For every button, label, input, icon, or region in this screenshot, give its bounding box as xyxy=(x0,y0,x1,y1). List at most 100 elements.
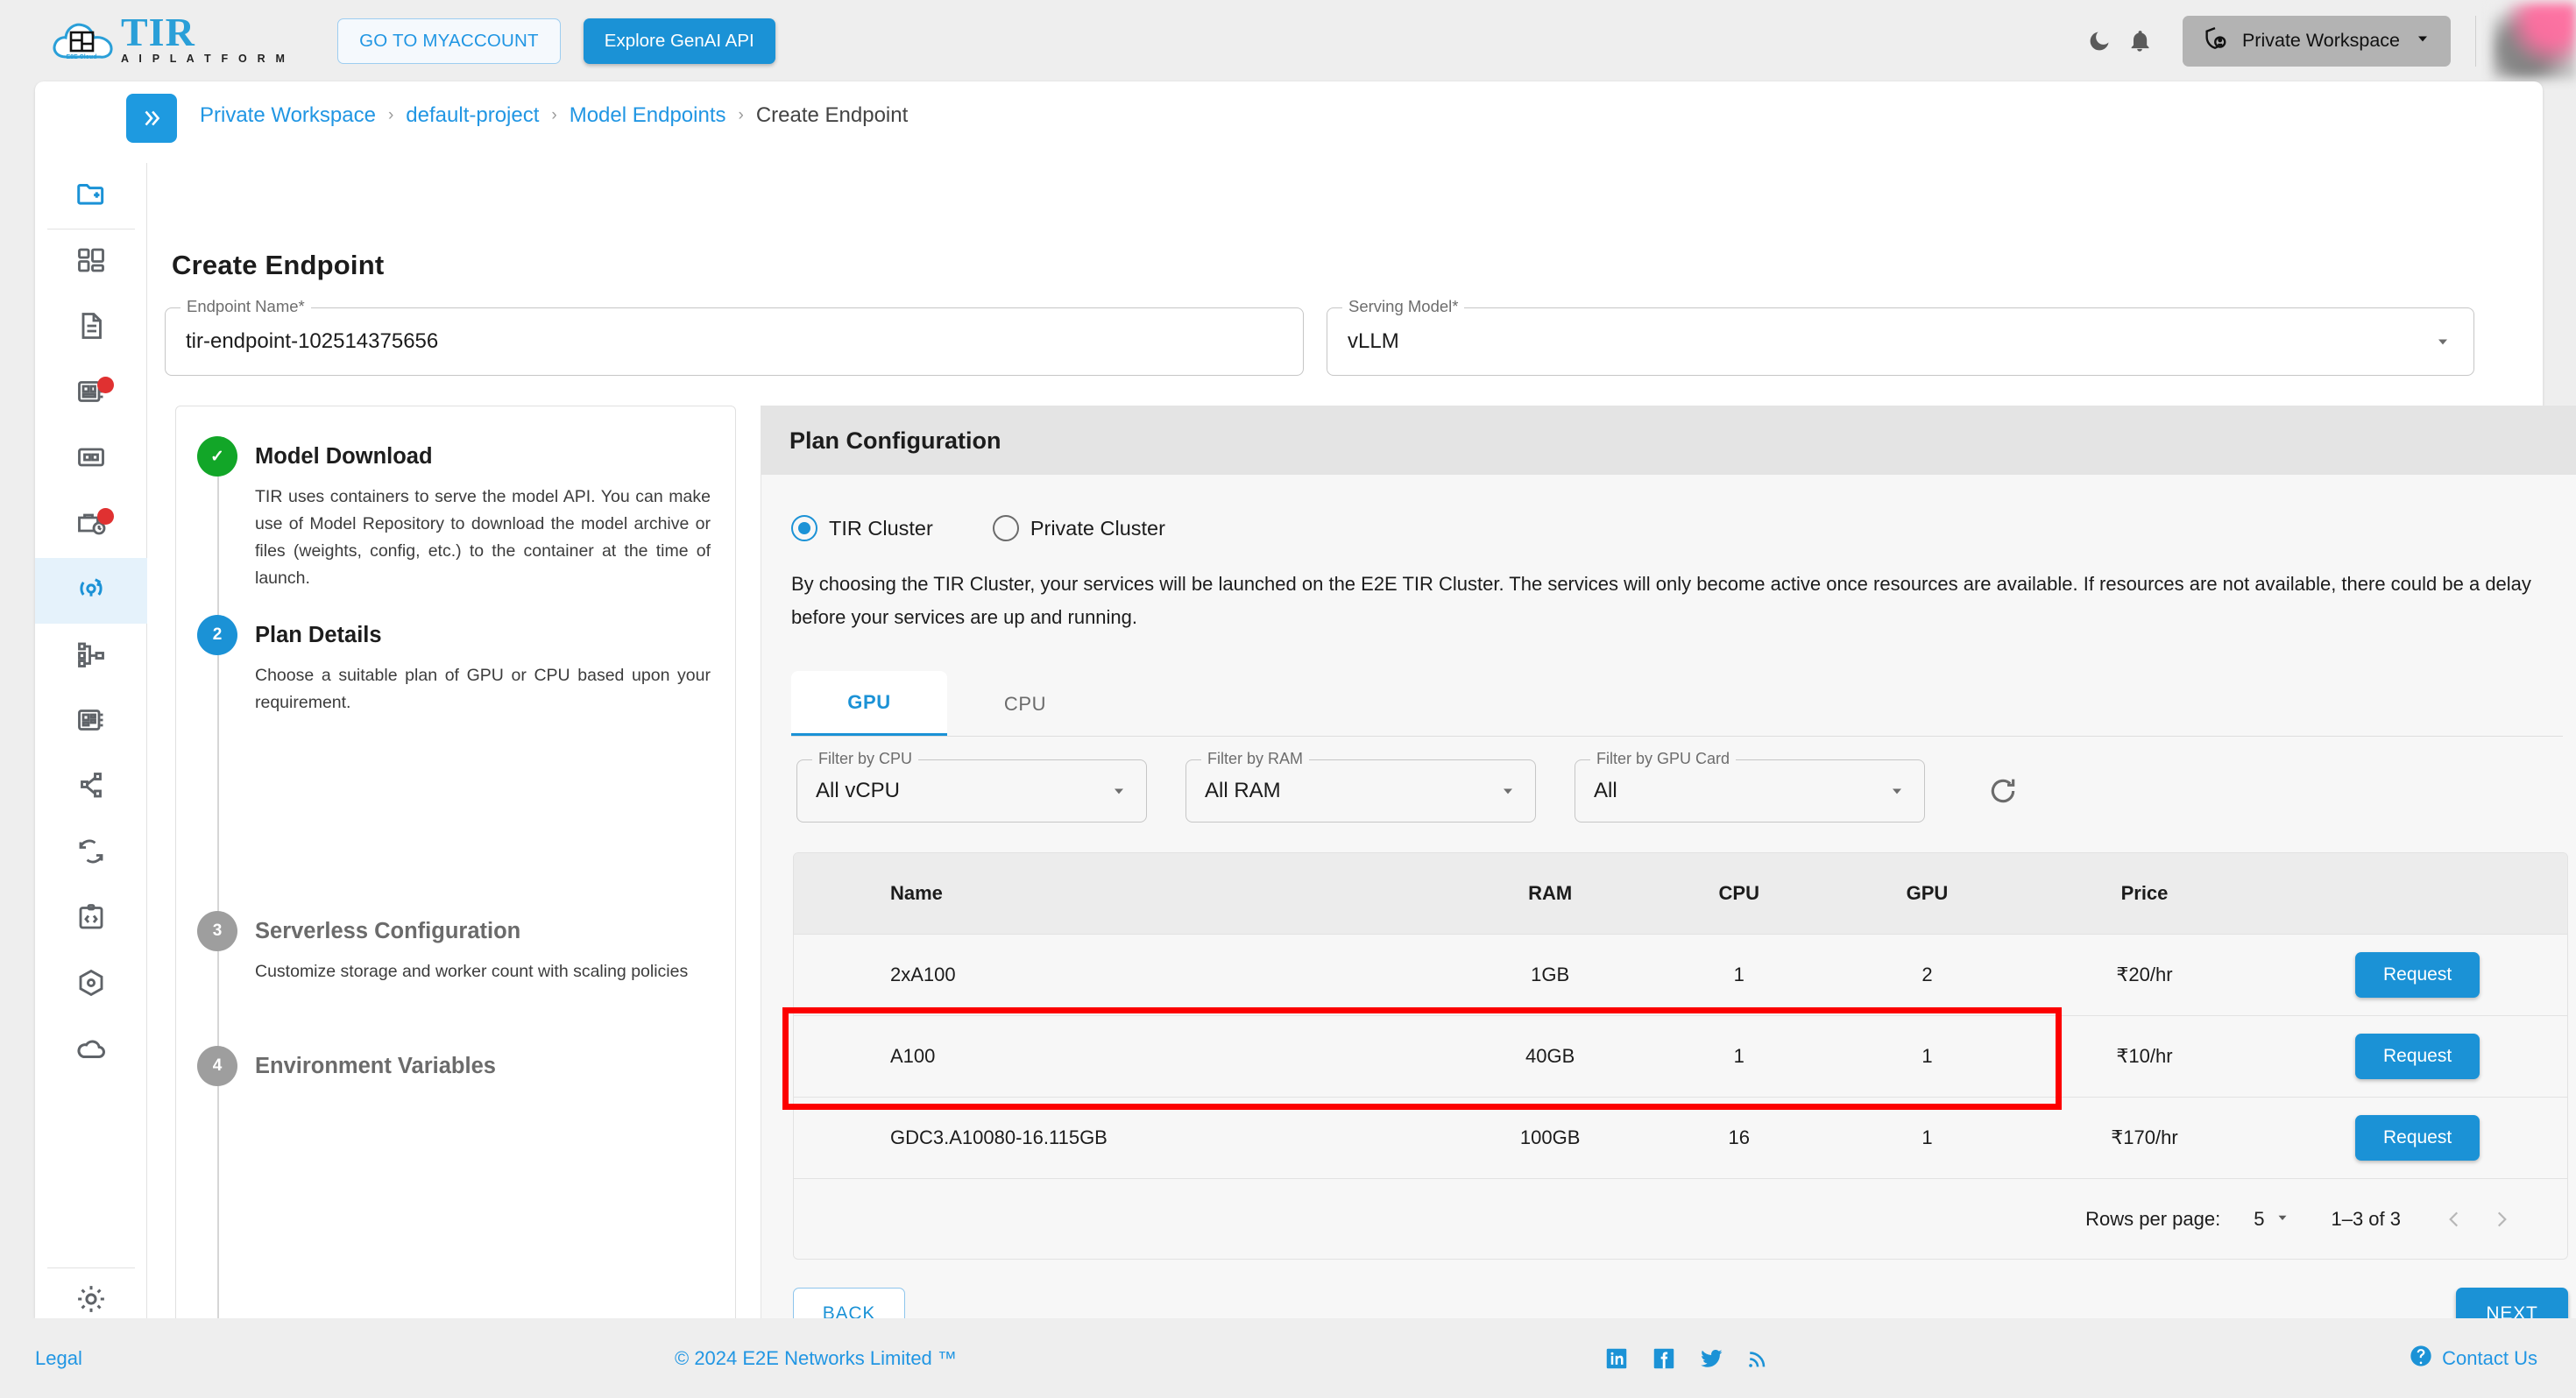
rss-icon[interactable] xyxy=(1745,1346,1770,1371)
radio-private-cluster[interactable]: Private Cluster xyxy=(992,515,1165,541)
serving-model-field[interactable]: Serving Model* vLLM xyxy=(1327,297,2474,376)
footer-copyright: © 2024 E2E Networks Limited ™ xyxy=(675,1346,957,1369)
cell-action: Request xyxy=(2268,1097,2567,1178)
breadcrumb-item-project[interactable]: default-project xyxy=(406,103,539,128)
step-serverless-configuration[interactable]: 3 Serverless Configuration Customize sto… xyxy=(197,911,716,985)
request-button[interactable]: Request xyxy=(2355,951,2480,998)
form-fields-row: Endpoint Name* tir-endpoint-102514375656… xyxy=(165,297,2530,376)
refresh-icon[interactable] xyxy=(1978,766,2028,816)
cell-name: 2xA100 xyxy=(890,963,956,985)
filter-by-cpu-select[interactable]: Filter by CPU All vCPU xyxy=(796,750,1147,823)
notification-dot-badge xyxy=(96,508,114,525)
model-endpoint-icon xyxy=(74,572,108,610)
plan-configuration-heading: Plan Configuration xyxy=(761,406,2576,475)
filter-cpu-value: All vCPU xyxy=(816,779,901,802)
tab-cpu-label: CPU xyxy=(1003,692,1047,715)
linkedin-icon[interactable] xyxy=(1603,1345,1630,1372)
sidebar-item-new-project[interactable] xyxy=(35,163,147,229)
radio-label: TIR Cluster xyxy=(829,516,933,540)
contact-us-link[interactable]: Contact Us xyxy=(2409,1344,2537,1373)
grid-card-icon xyxy=(75,441,107,477)
facebook-icon[interactable] xyxy=(1651,1345,1677,1372)
table-row[interactable]: A100 40GB 1 1 ₹10/hr Request xyxy=(794,1015,2567,1097)
avatar[interactable] xyxy=(2492,3,2576,79)
breadcrumb-item-workspace[interactable]: Private Workspace xyxy=(200,103,376,128)
twitter-icon[interactable] xyxy=(1698,1345,1724,1372)
step-model-download[interactable]: ✓ Model Download TIR uses containers to … xyxy=(197,436,716,592)
main-card: Private Workspace › default-project › Mo… xyxy=(34,81,2576,1398)
column-header-name: Name xyxy=(890,881,943,904)
tab-gpu-label: GPU xyxy=(847,690,891,713)
step-plan-details[interactable]: 2 Plan Details Choose a suitable plan of… xyxy=(197,615,716,717)
page-title: Create Endpoint xyxy=(172,250,385,280)
cloud-icon xyxy=(74,1032,108,1070)
sidebar-item-documents[interactable] xyxy=(35,295,147,361)
breadcrumb: Private Workspace › default-project › Mo… xyxy=(126,81,2543,150)
chevron-down-icon[interactable] xyxy=(1888,759,1906,823)
cell-gpu: 1 xyxy=(1921,1126,1933,1148)
filter-by-ram-select[interactable]: Filter by RAM All RAM xyxy=(1185,750,1536,823)
chevron-down-icon[interactable] xyxy=(1499,759,1517,823)
sidebar-item-containers[interactable] xyxy=(35,952,147,1018)
document-icon xyxy=(75,310,107,346)
cell-gpu: 1 xyxy=(1921,1044,1933,1067)
filter-gpu-value: All xyxy=(1594,779,1617,802)
app-logo[interactable]: E2E Cloud TIR A I P L A T F O R M xyxy=(51,11,288,66)
package-icon xyxy=(75,967,107,1003)
request-button[interactable]: Request xyxy=(2355,1114,2480,1161)
serving-model-box xyxy=(1327,307,2474,376)
sidebar-item-pipelines[interactable] xyxy=(35,624,147,689)
step-title: Model Download xyxy=(255,444,433,469)
wizard-stepper: ✓ Model Download TIR uses containers to … xyxy=(175,406,736,1369)
endpoint-name-input[interactable]: tir-endpoint-102514375656 xyxy=(186,307,438,376)
serving-model-value[interactable]: vLLM xyxy=(1348,307,1399,376)
table-row[interactable]: 2xA100 1GB 1 2 ₹20/hr Request xyxy=(794,934,2567,1015)
top-bar-divider xyxy=(2475,15,2476,67)
footer-social-links xyxy=(1603,1345,1770,1372)
pagination-range-label: 1–3 of 3 xyxy=(2331,1207,2401,1230)
cell-action: Request xyxy=(2268,934,2567,1015)
sidebar-item-notebooks[interactable] xyxy=(35,361,147,427)
gear-icon xyxy=(74,1282,108,1320)
logo-text-block: TIR A I P L A T F O R M xyxy=(121,11,288,65)
sidebar-item-model-endpoints[interactable] xyxy=(34,558,147,624)
breadcrumb-separator: › xyxy=(551,106,557,124)
filter-by-gpu-card-select[interactable]: Filter by GPU Card All xyxy=(1575,750,1925,823)
chevron-down-icon[interactable] xyxy=(1110,759,1128,823)
bell-icon[interactable] xyxy=(2120,21,2160,61)
sidebar-item-fine-tuning[interactable] xyxy=(35,821,147,886)
cell-cpu: 1 xyxy=(1733,1044,1744,1067)
radio-tir-cluster[interactable]: TIR Cluster xyxy=(791,515,933,541)
chevron-down-icon[interactable] xyxy=(2434,307,2452,376)
breadcrumb-item-model-endpoints[interactable]: Model Endpoints xyxy=(570,103,726,128)
endpoint-name-field[interactable]: Endpoint Name* tir-endpoint-102514375656 xyxy=(165,297,1304,376)
workspace-selector[interactable]: Private Workspace xyxy=(2182,15,2451,67)
sidebar-item-model-repository[interactable] xyxy=(35,689,147,755)
step-environment-variables[interactable]: 4 Environment Variables xyxy=(197,1046,716,1086)
sidebar-item-jobs[interactable] xyxy=(35,492,147,558)
chevron-right-icon[interactable] xyxy=(2478,1196,2525,1243)
moon-icon[interactable] xyxy=(2079,21,2120,61)
sidebar-item-datasets[interactable] xyxy=(35,427,147,492)
shield-user-icon xyxy=(2202,25,2228,57)
explore-genai-api-button[interactable]: Explore GenAI API xyxy=(583,18,775,64)
sidebar-item-deployments[interactable] xyxy=(35,755,147,821)
double-chevron-right-icon[interactable] xyxy=(126,94,177,143)
request-button[interactable]: Request xyxy=(2355,1033,2480,1079)
sidebar-item-api-tokens[interactable] xyxy=(35,886,147,952)
tab-cpu[interactable]: CPU xyxy=(947,671,1103,737)
tab-gpu[interactable]: GPU xyxy=(791,671,947,737)
notification-dot-badge xyxy=(96,377,114,393)
sidebar-item-dashboard[interactable] xyxy=(35,229,147,295)
footer-legal-link[interactable]: Legal xyxy=(35,1347,82,1370)
chevron-left-icon[interactable] xyxy=(2431,1196,2478,1243)
step-description: Customize storage and worker count with … xyxy=(255,962,689,981)
step-bullet-idle: 3 xyxy=(197,911,237,951)
table-row[interactable]: GDC3.A10080-16.115GB 100GB 16 1 ₹170/hr … xyxy=(794,1097,2567,1178)
sidebar-item-storage[interactable] xyxy=(35,1018,147,1084)
step-description: TIR uses containers to serve the model A… xyxy=(255,487,711,588)
rows-per-page-select[interactable]: 5 xyxy=(2254,1208,2290,1231)
go-to-myaccount-button[interactable]: GO TO MYACCOUNT xyxy=(337,18,561,64)
cluster-type-radio-group: TIR Cluster Private Cluster xyxy=(791,515,2576,541)
code-clipboard-icon xyxy=(75,901,107,937)
